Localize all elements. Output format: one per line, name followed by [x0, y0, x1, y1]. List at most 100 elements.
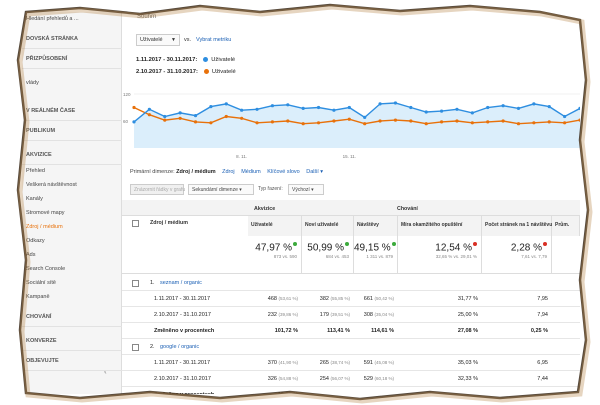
data-point[interactable]: [532, 121, 536, 125]
metric-select[interactable]: Uživatelé ▼: [136, 34, 180, 46]
sidebar-item[interactable]: Hledání přehledů a ...: [26, 16, 126, 22]
chevron-left-icon[interactable]: ‹: [104, 367, 116, 377]
data-point[interactable]: [363, 115, 367, 119]
data-point[interactable]: [147, 107, 151, 111]
row-checkbox[interactable]: [132, 280, 139, 287]
sidebar-item[interactable]: Ads: [26, 252, 126, 258]
data-point[interactable]: [378, 102, 382, 106]
sidebar-item[interactable]: PŘIZPŮSOBENÍ: [26, 56, 126, 62]
data-point[interactable]: [132, 105, 136, 110]
column-header[interactable]: Návštěvy: [354, 216, 398, 236]
data-point[interactable]: [163, 118, 167, 122]
data-point[interactable]: [516, 122, 521, 126]
data-point[interactable]: [532, 102, 536, 106]
data-point[interactable]: [347, 117, 351, 121]
secondary-dimension-select[interactable]: Sekundární dimenze ▾: [188, 184, 254, 195]
data-point[interactable]: [224, 102, 228, 106]
column-header[interactable]: Uživatelé: [248, 216, 302, 236]
data-point[interactable]: [439, 109, 444, 113]
sidebar-item[interactable]: Stromové mapy: [26, 210, 126, 216]
data-point[interactable]: [455, 119, 459, 123]
row-label[interactable]: google / organic: [160, 344, 199, 350]
plot-rows-button[interactable]: Znázornit řádky v grafu: [130, 184, 185, 195]
data-point[interactable]: [255, 121, 259, 125]
sidebar-item[interactable]: PUBLIKUM: [26, 128, 126, 134]
sidebar-item[interactable]: V REÁLNÉM ČASE: [26, 108, 126, 114]
data-point[interactable]: [347, 105, 351, 110]
data-point[interactable]: [132, 120, 136, 124]
data-point[interactable]: [455, 107, 459, 111]
data-point[interactable]: [255, 107, 259, 111]
data-point[interactable]: [547, 105, 551, 109]
data-point[interactable]: [270, 104, 275, 108]
data-point[interactable]: [486, 105, 490, 110]
sidebar-item[interactable]: Kanály: [26, 196, 126, 202]
select-all-checkbox[interactable]: [132, 220, 139, 227]
data-point[interactable]: [240, 116, 244, 120]
sidebar-item[interactable]: Veškerá návštěvnost: [26, 182, 126, 188]
data-point[interactable]: [393, 101, 398, 105]
sidebar-item[interactable]: Zdroj / médium: [26, 224, 126, 230]
data-point[interactable]: [409, 119, 413, 123]
column-header[interactable]: Prům.: [552, 216, 580, 236]
sidebar-item[interactable]: Search Console: [26, 266, 126, 272]
data-point[interactable]: [378, 119, 382, 123]
dimension-option-more[interactable]: Další ▾: [306, 169, 323, 175]
data-point[interactable]: [286, 119, 290, 123]
sidebar-item[interactable]: Sociální sítě: [26, 280, 126, 286]
data-point[interactable]: [224, 114, 228, 119]
dimension-option-source[interactable]: Zdroj: [222, 169, 235, 175]
dimension-option-medium[interactable]: Médium: [241, 169, 261, 175]
sidebar-item[interactable]: CHOVÁNÍ: [26, 314, 126, 320]
data-point[interactable]: [193, 114, 198, 118]
dimension-selected[interactable]: Zdroj / médium: [176, 169, 215, 175]
data-point[interactable]: [501, 119, 505, 123]
dimension-option-keyword[interactable]: Klíčové slovo: [267, 169, 299, 175]
pick-metric-link[interactable]: Vybrat metriku: [196, 37, 231, 43]
data-point[interactable]: [332, 119, 336, 123]
data-point[interactable]: [147, 113, 151, 117]
data-point[interactable]: [424, 122, 428, 126]
sidebar-item[interactable]: vlády: [26, 80, 126, 86]
row-label[interactable]: seznam / organic: [160, 280, 202, 286]
sidebar-item[interactable]: Odkazy: [26, 238, 126, 244]
sidebar-item[interactable]: KONVERZE: [26, 338, 126, 344]
column-header[interactable]: Míra okamžitého opuštění: [398, 216, 482, 236]
data-point[interactable]: [501, 104, 505, 108]
data-point[interactable]: [286, 103, 290, 107]
data-point[interactable]: [332, 108, 336, 112]
data-point[interactable]: [316, 121, 321, 125]
data-point[interactable]: [209, 121, 213, 125]
data-point[interactable]: [316, 105, 321, 110]
data-point[interactable]: [563, 121, 567, 125]
data-point[interactable]: [470, 121, 474, 125]
sidebar-item[interactable]: DOVSKÁ STRÁNKA: [26, 36, 126, 42]
data-point[interactable]: [301, 106, 305, 110]
data-point[interactable]: [439, 120, 444, 124]
sidebar-item[interactable]: Přehled: [26, 168, 126, 174]
data-point[interactable]: [486, 120, 490, 124]
sort-select[interactable]: Výchozí ▾: [288, 184, 324, 195]
row-checkbox[interactable]: [132, 344, 139, 351]
data-point[interactable]: [193, 120, 198, 124]
data-point[interactable]: [547, 120, 551, 124]
data-point[interactable]: [409, 105, 413, 110]
data-point[interactable]: [563, 114, 567, 119]
sidebar-item[interactable]: OBJEVUJTE: [26, 358, 126, 364]
data-point[interactable]: [363, 122, 367, 126]
data-point[interactable]: [270, 120, 275, 124]
data-point[interactable]: [163, 114, 167, 119]
data-point[interactable]: [240, 108, 244, 112]
data-point[interactable]: [178, 116, 182, 120]
data-point[interactable]: [516, 106, 521, 110]
data-point[interactable]: [178, 111, 182, 115]
data-point[interactable]: [470, 111, 474, 115]
sidebar-item[interactable]: Kampaně: [26, 294, 126, 300]
column-header[interactable]: Počet stránek na 1 návštěvu: [482, 216, 552, 236]
data-point[interactable]: [209, 105, 213, 109]
column-header[interactable]: Noví uživatelé: [302, 216, 354, 236]
sidebar-item[interactable]: AKVIZICE: [26, 152, 126, 158]
data-point[interactable]: [393, 118, 398, 122]
dimension-header[interactable]: Zdroj / médium: [150, 220, 188, 226]
data-point[interactable]: [301, 122, 305, 126]
